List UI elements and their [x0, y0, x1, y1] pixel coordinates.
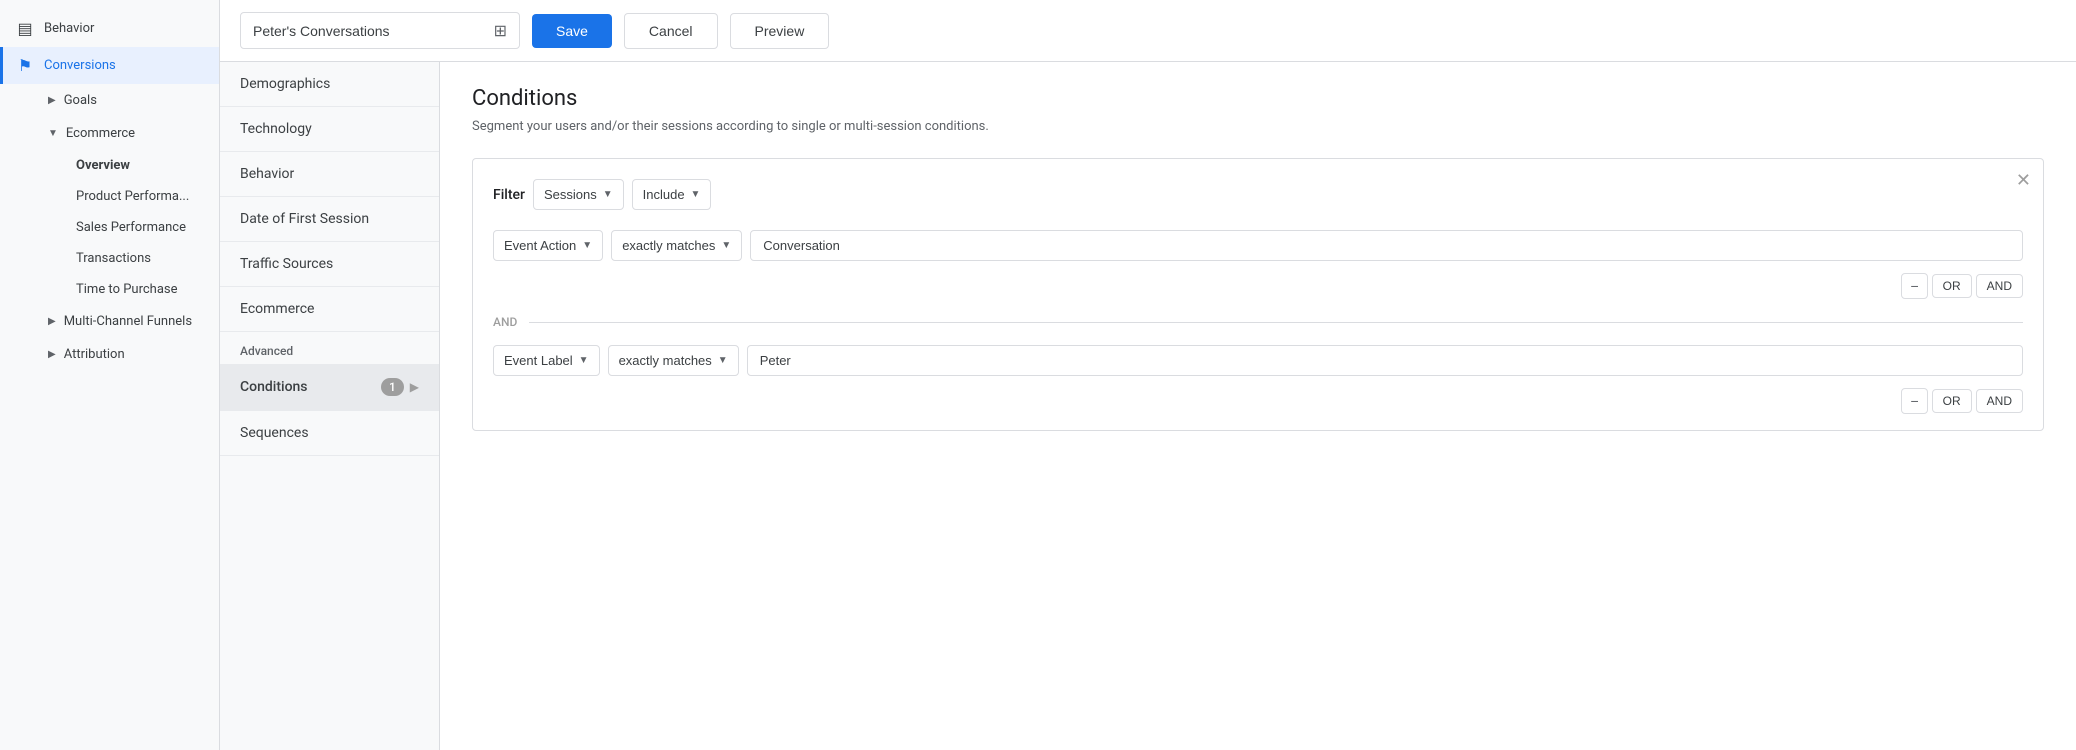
sidebar-time-to-purchase[interactable]: Time to Purchase [32, 274, 219, 305]
match-type-arrow-1: ▼ [721, 240, 731, 251]
sidebar-product-performance[interactable]: Product Performa... [32, 181, 219, 212]
sidebar-goals[interactable]: ▶ Goals [32, 84, 219, 117]
sidebar-sales-performance[interactable]: Sales Performance [32, 212, 219, 243]
event-action-dropdown[interactable]: Event Action ▼ [493, 230, 603, 261]
sessions-dropdown[interactable]: Sessions ▼ [533, 179, 624, 210]
sessions-dropdown-arrow: ▼ [603, 189, 613, 200]
event-action-arrow: ▼ [582, 240, 592, 251]
match-type-dropdown-1[interactable]: exactly matches ▼ [611, 230, 742, 261]
sidebar-transactions[interactable]: Transactions [32, 243, 219, 274]
sidebar-sub-menu: ▶ Goals ▼ Ecommerce Overview Product Per… [0, 84, 219, 371]
sidebar-multi-channel[interactable]: ▶ Multi-Channel Funnels [32, 305, 219, 338]
save-button[interactable]: Save [532, 14, 612, 48]
category-conditions[interactable]: Conditions 1 ▶ [220, 364, 439, 411]
category-date-of-first-session[interactable]: Date of First Session [220, 197, 439, 242]
and-button-1[interactable]: AND [1976, 274, 2023, 298]
include-dropdown-arrow: ▼ [691, 189, 701, 200]
filter-row-2: Event Label ▼ exactly matches ▼ [493, 345, 2023, 376]
conditions-subtitle: Segment your users and/or their sessions… [472, 119, 2044, 134]
goals-arrow: ▶ [48, 95, 56, 106]
category-behavior[interactable]: Behavior [220, 152, 439, 197]
content-area: Demographics Technology Behavior Date of… [220, 62, 2076, 750]
remove-row-1-button[interactable]: − [1901, 273, 1927, 299]
category-sequences[interactable]: Sequences [220, 411, 439, 456]
or-button-2[interactable]: OR [1932, 389, 1972, 413]
row-actions-2: − OR AND [493, 388, 2023, 414]
ecommerce-arrow: ▼ [48, 128, 58, 139]
sidebar-overview[interactable]: Overview [32, 150, 219, 181]
advanced-section-label: Advanced [220, 332, 439, 364]
attribution-arrow: ▶ [48, 349, 56, 360]
filter-block: ✕ Filter Sessions ▼ Include ▼ Event Ac [472, 158, 2044, 431]
and-button-2[interactable]: AND [1976, 389, 2023, 413]
segment-name-input[interactable] [253, 23, 486, 39]
cancel-button[interactable]: Cancel [624, 13, 718, 49]
category-technology[interactable]: Technology [220, 107, 439, 152]
sidebar-item-behavior[interactable]: ▤ Behavior [0, 10, 219, 47]
conditions-panel: Conditions Segment your users and/or the… [440, 62, 2076, 750]
include-dropdown[interactable]: Include ▼ [632, 179, 712, 210]
match-type-dropdown-2[interactable]: exactly matches ▼ [608, 345, 739, 376]
sidebar-ecommerce[interactable]: ▼ Ecommerce [32, 117, 219, 150]
main-area: ⊞ Save Cancel Preview Demographics Techn… [220, 0, 2076, 750]
segment-categories: Demographics Technology Behavior Date of… [220, 62, 440, 750]
or-button-1[interactable]: OR [1932, 274, 1972, 298]
category-demographics[interactable]: Demographics [220, 62, 439, 107]
and-divider: AND [493, 315, 2023, 329]
event-label-arrow: ▼ [579, 355, 589, 366]
category-traffic-sources[interactable]: Traffic Sources [220, 242, 439, 287]
header-bar: ⊞ Save Cancel Preview [220, 0, 2076, 62]
filter-row-1: Event Action ▼ exactly matches ▼ [493, 230, 2023, 261]
match-type-arrow-2: ▼ [718, 355, 728, 366]
sidebar-item-conversions[interactable]: ⚑ Conversions [0, 47, 219, 84]
filter-close-button[interactable]: ✕ [2016, 171, 2031, 189]
event-label-dropdown[interactable]: Event Label ▼ [493, 345, 600, 376]
segment-name-field[interactable]: ⊞ [240, 12, 520, 49]
sidebar-attribution[interactable]: ▶ Attribution [32, 338, 219, 371]
row-actions-1: − OR AND [493, 273, 2023, 299]
conversions-icon: ⚑ [16, 56, 34, 75]
category-ecommerce[interactable]: Ecommerce [220, 287, 439, 332]
filter-label: Filter [493, 187, 525, 203]
copy-icon: ⊞ [494, 21, 507, 40]
preview-button[interactable]: Preview [730, 13, 830, 49]
filter-value-input-1[interactable] [750, 230, 2023, 261]
conditions-arrow: ▶ [410, 380, 419, 394]
filter-value-input-2[interactable] [747, 345, 2023, 376]
behavior-icon: ▤ [16, 19, 34, 38]
sidebar: ▤ Behavior ⚑ Conversions ▶ Goals ▼ Ecomm… [0, 0, 220, 750]
remove-row-2-button[interactable]: − [1901, 388, 1927, 414]
multi-channel-arrow: ▶ [48, 316, 56, 327]
filter-header: Filter Sessions ▼ Include ▼ [493, 179, 2023, 210]
conditions-badge: 1 [381, 378, 404, 396]
conditions-title: Conditions [472, 86, 2044, 111]
